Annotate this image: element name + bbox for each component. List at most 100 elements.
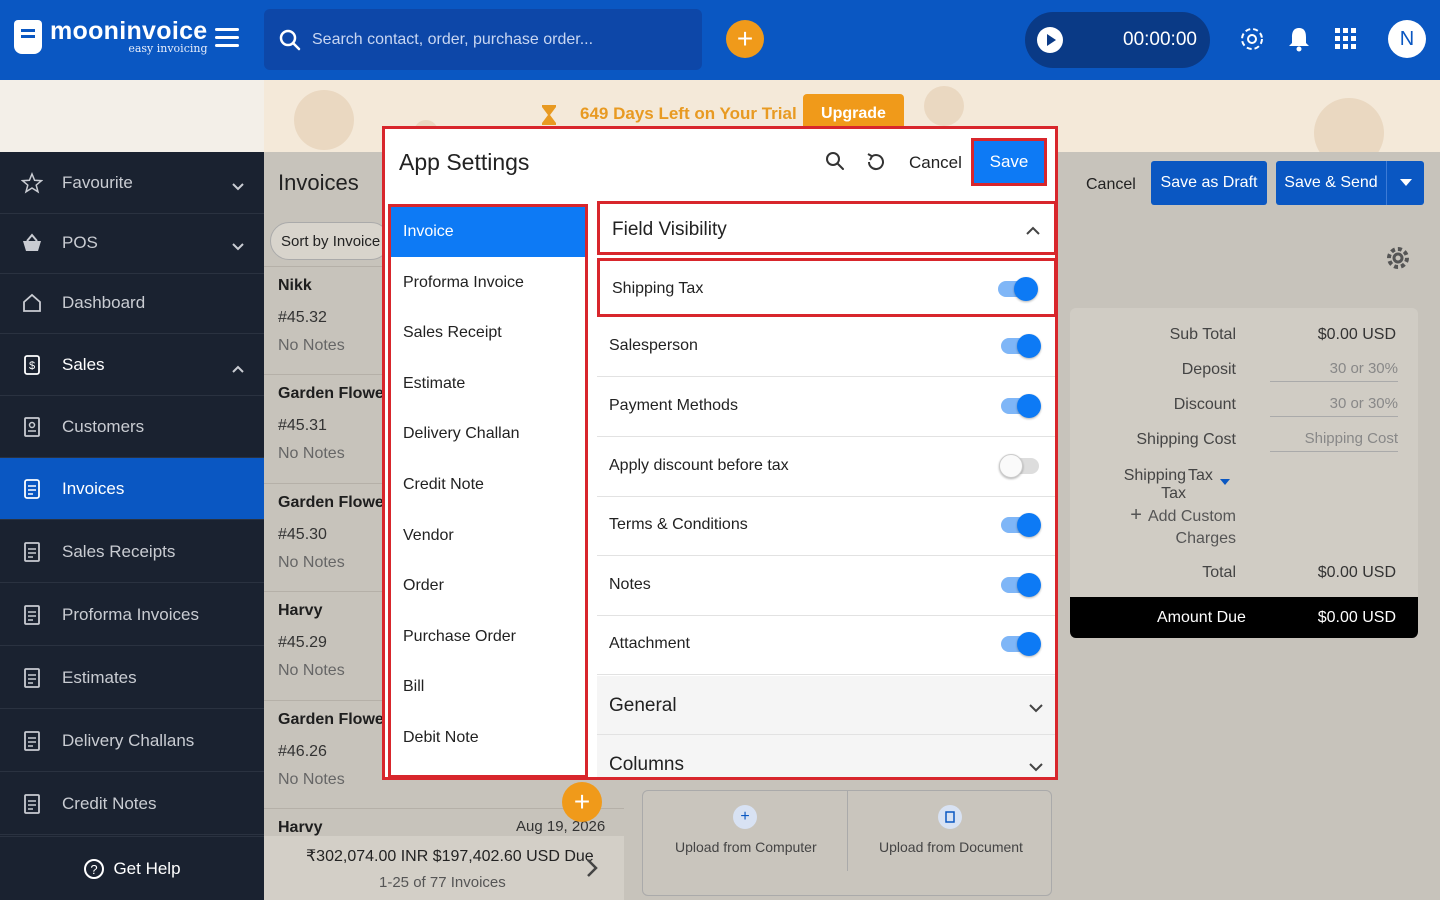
sidebar-item-sales-receipts[interactable]: Sales Receipts bbox=[0, 521, 264, 583]
toggle-knob bbox=[1017, 632, 1041, 656]
settings-category-debit-note[interactable]: Debit Note bbox=[391, 713, 585, 763]
field-label: Apply discount before tax bbox=[609, 457, 789, 474]
shipping-cost-input[interactable]: Shipping Cost bbox=[1270, 430, 1398, 452]
modal-cancel-button[interactable]: Cancel bbox=[909, 153, 962, 173]
sidebar-item-customers[interactable]: Customers bbox=[0, 396, 264, 458]
settings-category-delivery-challan[interactable]: Delivery Challan bbox=[391, 409, 585, 459]
toggle-knob bbox=[1017, 513, 1041, 537]
field-visibility-row: Shipping Tax bbox=[597, 258, 1055, 317]
sidebar-item-proforma-invoices[interactable]: Proforma Invoices bbox=[0, 584, 264, 646]
settings-category-purchase-order[interactable]: Purchase Order bbox=[391, 612, 585, 662]
invoice-date: Aug 19, 2026 bbox=[516, 818, 606, 835]
field-toggle-switch[interactable] bbox=[999, 454, 1039, 478]
chevron-down-icon[interactable] bbox=[1029, 700, 1043, 718]
discount-input[interactable]: 30 or 30% bbox=[1270, 395, 1398, 417]
settings-category-estimate[interactable]: Estimate bbox=[391, 359, 585, 409]
settings-section-columns[interactable]: Columns bbox=[597, 735, 1055, 777]
settings-section-general[interactable]: General bbox=[597, 676, 1055, 735]
toggle-knob bbox=[999, 454, 1023, 478]
modal-scrollbar[interactable] bbox=[1056, 387, 1058, 647]
sidebar-item-estimates[interactable]: Estimates bbox=[0, 647, 264, 709]
invoice-notes: No Notes bbox=[278, 554, 345, 571]
sidebar-item-credit-notes[interactable]: Credit Notes bbox=[0, 773, 264, 835]
sidebar-item-pos[interactable]: POS bbox=[0, 212, 264, 274]
field-toggle-switch[interactable] bbox=[1001, 334, 1041, 358]
sidebar-item-label: Sales bbox=[62, 354, 105, 374]
field-visibility-row: Payment Methods bbox=[597, 378, 1055, 437]
invoice-notes: No Notes bbox=[278, 771, 345, 788]
receipt-icon bbox=[20, 540, 44, 564]
play-icon[interactable] bbox=[1037, 27, 1063, 53]
sort-by-value: Invoice bbox=[332, 233, 381, 250]
field-toggle-switch[interactable] bbox=[1001, 573, 1041, 597]
field-toggle-switch[interactable] bbox=[1001, 394, 1041, 418]
total-label: Total bbox=[1202, 564, 1236, 581]
settings-category-sales-receipt[interactable]: Sales Receipt bbox=[391, 308, 585, 358]
settings-category-credit-note[interactable]: Credit Note bbox=[391, 460, 585, 510]
bell-icon[interactable] bbox=[1284, 24, 1314, 54]
settings-gear-icon[interactable] bbox=[1237, 24, 1267, 54]
settings-category-vendor[interactable]: Vendor bbox=[391, 511, 585, 561]
upload-from-computer[interactable]: Upload from Computer bbox=[675, 839, 817, 855]
upload-plus-icon[interactable]: + bbox=[733, 805, 757, 829]
settings-category-proforma-invoice[interactable]: Proforma Invoice bbox=[391, 258, 585, 308]
add-custom-label-2[interactable]: Charges bbox=[1130, 530, 1236, 548]
invoice-number: #45.31 bbox=[278, 417, 327, 434]
sidebar-item-label: Delivery Challans bbox=[62, 730, 195, 750]
sidebar-item-invoices[interactable]: Invoices bbox=[0, 458, 264, 520]
quick-add-button[interactable]: + bbox=[726, 20, 764, 58]
logo-icon bbox=[14, 19, 42, 54]
invoice-settings-gear-icon[interactable] bbox=[1386, 246, 1410, 275]
upload-from-document[interactable]: Upload from Document bbox=[879, 839, 1023, 855]
editor-cancel-button[interactable]: Cancel bbox=[1086, 176, 1136, 194]
chevron-down-icon[interactable] bbox=[1029, 759, 1043, 777]
chevron-up-icon[interactable] bbox=[232, 358, 244, 378]
field-toggle-switch[interactable] bbox=[1001, 513, 1041, 537]
settings-category-bill[interactable]: Bill bbox=[391, 662, 585, 712]
chevron-down-icon[interactable] bbox=[232, 236, 244, 256]
search-input[interactable] bbox=[312, 30, 692, 49]
invoice-totals-footer[interactable]: ₹302,074.00 INR $197,402.60 USD Due 1-25… bbox=[264, 836, 624, 900]
field-visibility-title: Field Visibility bbox=[612, 219, 727, 240]
invoice-notes: No Notes bbox=[278, 445, 345, 462]
user-avatar[interactable]: N bbox=[1388, 20, 1426, 58]
app-logo[interactable]: mooninvoice easy invoicing bbox=[14, 18, 208, 55]
reset-icon[interactable] bbox=[865, 151, 887, 178]
shipping-tax-select[interactable]: Tax bbox=[1188, 467, 1213, 485]
field-visibility-row: Terms & Conditions bbox=[597, 497, 1055, 556]
deposit-input[interactable]: 30 or 30% bbox=[1270, 360, 1398, 382]
menu-icon[interactable] bbox=[215, 28, 239, 48]
save-as-draft-button[interactable]: Save as Draft bbox=[1151, 161, 1267, 205]
apps-grid-icon[interactable] bbox=[1331, 24, 1361, 54]
field-toggle-switch[interactable] bbox=[1001, 632, 1041, 656]
field-label: Attachment bbox=[609, 635, 690, 652]
sidebar-item-sales[interactable]: $ Sales bbox=[0, 334, 264, 396]
toggle-knob bbox=[1017, 334, 1041, 358]
field-label: Notes bbox=[609, 576, 651, 593]
document-icon[interactable] bbox=[938, 805, 962, 829]
field-toggle-switch[interactable] bbox=[998, 277, 1038, 301]
settings-category-order[interactable]: Order bbox=[391, 561, 585, 611]
chevron-right-icon[interactable] bbox=[586, 858, 598, 883]
caret-down-icon[interactable] bbox=[1386, 161, 1424, 205]
sidebar-item-label: Estimates bbox=[62, 667, 137, 687]
section-label: Columns bbox=[609, 754, 684, 775]
add-custom-charges-link[interactable]: + Add Custom bbox=[1128, 504, 1236, 527]
settings-category-invoice[interactable]: Invoice bbox=[391, 207, 585, 257]
sort-by-dropdown[interactable]: Sort by Invoice bbox=[270, 222, 390, 260]
modal-save-button[interactable]: Save bbox=[971, 138, 1047, 186]
field-visibility-row: Apply discount before tax bbox=[597, 438, 1055, 497]
chevron-up-icon[interactable] bbox=[1026, 222, 1040, 240]
save-and-send-button[interactable]: Save & Send bbox=[1276, 161, 1424, 205]
chevron-down-icon[interactable] bbox=[232, 176, 244, 196]
sidebar-item-dashboard[interactable]: Dashboard bbox=[0, 272, 264, 334]
deposit-label: Deposit bbox=[1181, 361, 1236, 378]
new-invoice-button[interactable]: + bbox=[562, 782, 602, 822]
field-visibility-header[interactable]: Field Visibility bbox=[597, 201, 1055, 255]
sidebar-item-delivery-challans[interactable]: Delivery Challans bbox=[0, 710, 264, 772]
get-help-button[interactable]: ? Get Help bbox=[0, 836, 264, 900]
sidebar-item-favourite[interactable]: Favourite bbox=[0, 152, 264, 214]
search-icon[interactable] bbox=[825, 151, 845, 176]
tax-caret-down-icon[interactable] bbox=[1220, 473, 1230, 491]
sidebar-item-label: Favourite bbox=[62, 172, 133, 192]
